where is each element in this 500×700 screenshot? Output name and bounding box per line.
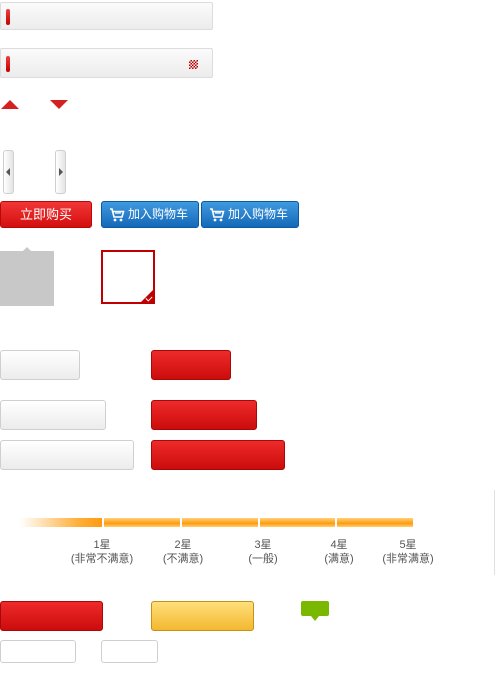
- option-box-white-3[interactable]: [0, 440, 134, 470]
- rating-segment-1[interactable]: [20, 518, 102, 527]
- slider-thumb-2[interactable]: [6, 56, 10, 72]
- option-box-white-2[interactable]: [0, 400, 106, 430]
- rating-star-3: 3星: [254, 539, 272, 551]
- plain-button-2[interactable]: [101, 640, 158, 663]
- arrow-up-icon[interactable]: [1, 100, 19, 109]
- option-box-red-2[interactable]: [151, 400, 257, 430]
- rating-label-3: 3星 (一般): [223, 538, 303, 566]
- green-tooltip-icon: [301, 601, 329, 616]
- slider-bar-2[interactable]: [0, 48, 213, 78]
- checker-icon: [189, 60, 198, 69]
- add-to-cart-label-1: 加入购物车: [128, 207, 189, 221]
- rating-label-1: 1星 (非常不满意): [62, 538, 142, 566]
- divider-line: [494, 490, 495, 575]
- rating-segment-2[interactable]: [104, 518, 180, 527]
- scroll-right-handle[interactable]: [55, 150, 66, 194]
- rating-desc-2: (不满意): [162, 553, 204, 565]
- rating-desc-1: (非常不满意): [70, 553, 134, 565]
- buy-now-button[interactable]: 立即购买: [0, 201, 92, 228]
- rating-desc-3: (一般): [248, 553, 278, 565]
- plain-button-1[interactable]: [0, 640, 76, 663]
- slider-bar-1[interactable]: [0, 2, 213, 30]
- cart-icon: [210, 208, 225, 222]
- option-box-white-1[interactable]: [0, 350, 80, 380]
- scroll-left-handle[interactable]: [3, 150, 14, 194]
- selected-option-box[interactable]: [101, 250, 155, 304]
- option-box-red-3[interactable]: [151, 440, 285, 470]
- image-placeholder[interactable]: [0, 251, 54, 306]
- green-tooltip-tail: [311, 616, 319, 621]
- red-action-button[interactable]: [0, 601, 103, 631]
- slider-thumb-1[interactable]: [6, 9, 10, 25]
- rating-segment-4[interactable]: [260, 518, 335, 527]
- add-to-cart-button-1[interactable]: 加入购物车: [101, 201, 199, 228]
- rating-desc-5: (非常满意): [382, 553, 434, 565]
- rating-star-2: 2星: [174, 539, 192, 551]
- rating-label-5: 5星 (非常满意): [368, 538, 448, 566]
- rating-star-1: 1星: [93, 539, 111, 551]
- rating-segment-3[interactable]: [182, 518, 258, 527]
- chevron-left-icon: [6, 168, 10, 176]
- chevron-right-icon: [59, 168, 63, 176]
- arrow-down-icon[interactable]: [50, 100, 68, 109]
- cart-icon: [110, 208, 125, 222]
- add-to-cart-label-2: 加入购物车: [228, 207, 289, 221]
- rating-segment-5[interactable]: [337, 518, 413, 527]
- option-box-red-1[interactable]: [151, 350, 231, 380]
- rating-label-2: 2星 (不满意): [143, 538, 223, 566]
- rating-label-4: 4星 (满意): [299, 538, 379, 566]
- yellow-action-button[interactable]: [151, 601, 254, 631]
- rating-desc-4: (满意): [324, 553, 354, 565]
- rating-star-5: 5星: [399, 539, 417, 551]
- add-to-cart-button-2[interactable]: 加入购物车: [201, 201, 299, 228]
- rating-star-4: 4星: [330, 539, 348, 551]
